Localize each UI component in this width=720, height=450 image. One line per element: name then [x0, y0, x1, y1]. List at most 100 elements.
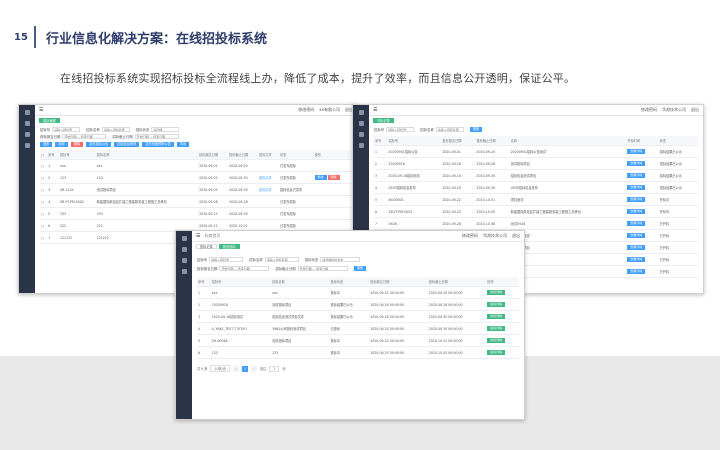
table-row[interactable]: 1 20200901招标公告 2020-09-01 2020-09-20 2020090…	[374, 145, 698, 158]
signup-date-range[interactable]	[62, 134, 107, 139]
sidebar-user-icon[interactable]	[24, 143, 30, 148]
row-checkbox[interactable]: □	[40, 183, 48, 196]
col-checkbox[interactable]: □	[40, 150, 48, 160]
page-number-button[interactable]: 1	[241, 365, 248, 372]
change-password-link[interactable]: 修改密码	[462, 233, 478, 239]
sidebar-list-icon[interactable]	[358, 121, 364, 126]
logout-link[interactable]: 退出	[512, 233, 520, 239]
publish-notice-button[interactable]: 发布招标公告	[86, 142, 112, 147]
view-detail-button[interactable]: 查看详情	[627, 161, 646, 166]
delete-button[interactable]: 删除	[70, 142, 84, 147]
search-button[interactable]: 搜索	[40, 142, 53, 147]
bid-name-input[interactable]	[435, 127, 464, 132]
table-row[interactable]: 4 0930招标信息发布 2020-09-20 2020-09-30 0930招标信息发…	[374, 181, 698, 194]
next-page-button[interactable]: ›	[250, 365, 257, 372]
view-detail-button[interactable]: 查看详情	[627, 257, 646, 262]
change-password-link[interactable]: 修改密码	[641, 107, 657, 113]
row-checkbox[interactable]: □	[40, 219, 48, 232]
goto-page-input[interactable]: 1	[269, 365, 280, 372]
export-button[interactable]: 导出	[176, 142, 190, 147]
sidebar-list-icon[interactable]	[24, 121, 30, 126]
bid-number-input[interactable]	[209, 257, 244, 262]
view-detail-button[interactable]: 查看详情	[627, 269, 646, 274]
tab-my-bids[interactable]: 我的投标	[218, 243, 240, 249]
view-detail-button[interactable]: 查看详情	[627, 245, 646, 250]
breadcrumb[interactable]: 标商首页	[204, 233, 220, 239]
table-row[interactable]: 2 20200918 测试投标项目 投标结果已公示 2020-09-18 00:00:0…	[197, 298, 519, 311]
table-row[interactable]: 3 2020-09-18招标测试 招标信息测试项目文件 投标结果已公示 2020-09-…	[197, 310, 519, 323]
logout-link[interactable]: 退出	[691, 107, 699, 113]
view-detail-button[interactable]: 查看详情	[627, 233, 646, 238]
table-row[interactable]: 6 123 123 投标中 2020-09-25 00:00:00 2020-10-05 …	[197, 346, 519, 359]
table-row[interactable]: 5 JK000001 2020-09-22 2020-10-01 项目测试 查看详情 开标中	[374, 193, 698, 206]
view-detail-button[interactable]: 查看详情	[627, 221, 646, 226]
col-header: 投标报名日期	[369, 277, 428, 287]
bid-number-input[interactable]	[386, 127, 415, 132]
view-detail-button[interactable]: 查看详情	[627, 149, 646, 154]
sidebar-user-icon[interactable]	[181, 269, 187, 274]
sidebar-doc-icon[interactable]	[181, 258, 187, 263]
table-row[interactable]: 6 ZB-YT-PM-0002 2020-09-25 2020-10-05 新建国际航站…	[374, 205, 698, 218]
menu-icon[interactable]: ☰	[39, 107, 43, 113]
table-row[interactable]: 5 ZH-00048 测试投标项目 投标中 2020-09-22 00:00:00 202…	[197, 334, 519, 347]
sidebar-home-icon[interactable]	[358, 110, 364, 115]
table-row[interactable]: 4 A_YNKL_TEST_TOOOO YNKL公司投标测试项目 已投标 2020-09…	[197, 322, 519, 335]
search-button[interactable]: 搜索	[353, 266, 367, 271]
bid-file-link[interactable]: 招标文件	[258, 183, 279, 196]
table-row[interactable]: □ 5 333 333 2020-09-10 2020-09-30 已发布招标	[40, 207, 352, 220]
row-checkbox[interactable]: □	[40, 159, 48, 172]
bid-name-input[interactable]	[101, 127, 130, 132]
row-checkbox[interactable]: □	[40, 171, 48, 184]
deadline-date-range[interactable]	[297, 266, 348, 271]
bid-status-select[interactable]	[151, 127, 180, 132]
sidebar-doc-icon[interactable]	[24, 132, 30, 137]
view-detail-button[interactable]: 查看详情	[627, 197, 646, 202]
table-row[interactable]: □ 2 123 123 2020-09-02 2020-09-30 招标文件 已发布招标 修改 …	[40, 171, 352, 184]
bid-detail-button[interactable]: 投标详情	[487, 302, 506, 307]
table-row[interactable]: 7 0928 2020-09-28 2020-10-08 测试0928 查看详情 已开标	[374, 217, 698, 230]
table-row[interactable]: □ 4 ZB-YT-PM-0002 新建国际航站区扩建工程建筑安装工程施工总承包 202…	[40, 195, 352, 208]
search-button[interactable]: 搜索	[469, 127, 483, 132]
tab-bid-records[interactable]: 投标记录	[196, 243, 217, 249]
edit-info-button[interactable]: 招标信息修改	[114, 142, 140, 147]
bid-detail-button[interactable]: 投标详情	[487, 326, 506, 331]
sidebar-home-icon[interactable]	[181, 236, 187, 241]
publish-prequal-button[interactable]: 发布资格预审公告	[142, 142, 174, 147]
view-detail-button[interactable]: 查看详情	[627, 185, 646, 190]
sidebar-list-icon[interactable]	[181, 247, 187, 252]
prev-page-button[interactable]: ‹	[232, 365, 239, 372]
view-detail-button[interactable]: 查看详情	[627, 173, 646, 178]
delete-row-button[interactable]: 删除	[327, 175, 340, 180]
page-number: 15	[14, 32, 28, 43]
table-row[interactable]: 3 2020-09-18招标测试 2020-09-18 2020-09-30 招标信息测…	[374, 169, 698, 182]
signup-date-range[interactable]	[219, 266, 270, 271]
edit-row-button[interactable]: 修改	[314, 175, 327, 180]
bid-status-select[interactable]	[320, 257, 361, 262]
deadline-date-range[interactable]	[134, 134, 179, 139]
bid-name-input[interactable]	[264, 257, 299, 262]
change-password-link[interactable]: 修改密码	[298, 107, 314, 113]
tab-bid-management[interactable]: 招标管理	[39, 117, 60, 123]
add-button[interactable]: 新增	[55, 142, 68, 147]
bid-detail-button[interactable]: 投标详情	[487, 314, 506, 319]
row-checkbox[interactable]: □	[40, 207, 48, 220]
row-checkbox[interactable]: □	[40, 231, 48, 244]
bid-file-link[interactable]: 招标文件	[258, 171, 279, 184]
table-row[interactable]: 1 xxx xxx 投标中 2020-09-01 00:00:00 2020-09-20 …	[197, 286, 519, 299]
bid-detail-button[interactable]: 投标详情	[487, 350, 506, 355]
sidebar-user-icon[interactable]	[358, 143, 364, 148]
table-row[interactable]: □ 1 xxx xxx 2020-09-01 2020-09-20 已发布招标	[40, 159, 352, 172]
tab-bid-opening[interactable]: 开标记录	[373, 117, 394, 123]
menu-icon[interactable]: ☰	[196, 233, 200, 239]
bid-detail-button[interactable]: 投标详情	[487, 338, 506, 343]
sidebar-doc-icon[interactable]	[358, 132, 364, 137]
menu-icon[interactable]: ☰	[373, 107, 377, 113]
table-row[interactable]: □ 3 ZB-1234 测试投标项目 2020-09-05 2020-09-30 招标文件招…	[40, 183, 352, 196]
bid-number-input[interactable]	[52, 127, 81, 132]
table-row[interactable]: 2 20200918 2020-09-18 2020-09-28 测试投标项目 查看详情招…	[374, 157, 698, 170]
sidebar-home-icon[interactable]	[24, 110, 30, 115]
row-checkbox[interactable]: □	[40, 195, 48, 208]
view-detail-button[interactable]: 查看详情	[627, 209, 646, 214]
page-size-select[interactable]: 10条/页	[210, 365, 230, 372]
bid-detail-button[interactable]: 投标详情	[487, 290, 506, 295]
